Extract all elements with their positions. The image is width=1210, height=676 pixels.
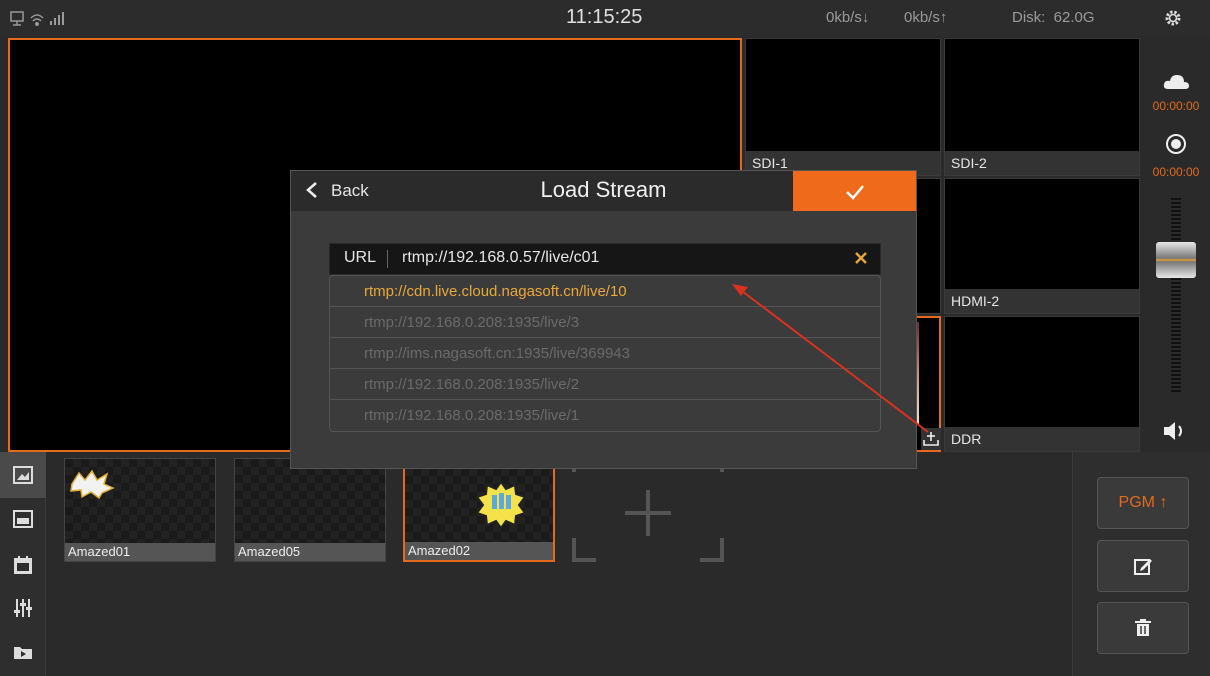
close-icon: [855, 252, 867, 264]
overlay-label: Amazed02: [405, 542, 553, 560]
history-item[interactable]: rtmp://192.168.0.208:1935/live/1: [330, 400, 880, 431]
volume-fader[interactable]: [1156, 242, 1196, 278]
dialog-header: Back Load Stream: [291, 171, 916, 211]
record-timer: 00:00:00: [1152, 165, 1200, 179]
source-tile-sdi-1[interactable]: SDI-1: [745, 38, 941, 176]
delete-button[interactable]: [1097, 602, 1189, 654]
url-label: URL: [344, 249, 377, 266]
upload-rate: 0kb/s↑: [904, 9, 948, 26]
disk-space: Disk: 62.0G: [1012, 9, 1095, 26]
wifi-icon: [30, 14, 44, 26]
source-tile-hdmi-2[interactable]: HDMI-2: [944, 178, 1140, 314]
trash-icon: [1135, 619, 1151, 636]
checkmark-icon: [845, 185, 864, 200]
clear-url-button[interactable]: [854, 247, 868, 270]
action-panel: PGM ↑: [1072, 452, 1210, 676]
source-tile-sdi-2[interactable]: SDI-2: [944, 38, 1140, 176]
load-stream-button[interactable]: [921, 428, 941, 450]
bottom-nav: [0, 452, 46, 676]
url-history-list: rtmp://cdn.live.cloud.nagasoft.cn/live/1…: [329, 275, 881, 432]
media-folder-icon[interactable]: [13, 644, 33, 660]
history-item[interactable]: rtmp://cdn.live.cloud.nagasoft.cn/live/1…: [330, 276, 880, 307]
url-separator: [387, 250, 388, 268]
cloud-stream-icon[interactable]: [1162, 72, 1190, 92]
url-bar: URL: [329, 243, 881, 275]
overlay-thumb-amazed02[interactable]: Amazed02: [403, 458, 555, 562]
source-label: SDI-2: [945, 151, 1139, 175]
overlay-label: Amazed05: [235, 543, 385, 561]
pgm-button[interactable]: PGM ↑: [1097, 477, 1189, 529]
connectivity-icons: [10, 11, 64, 26]
sticker-graphic: [475, 480, 527, 530]
speaker-icon[interactable]: [1162, 420, 1190, 442]
overlay-thumb-amazed05[interactable]: Amazed05: [234, 458, 386, 562]
sticker-graphic: [70, 469, 115, 499]
load-stream-dialog: Back Load Stream URL rtmp://cdn.live.clo…: [290, 170, 917, 469]
output-strip: 00:00:00 00:00:00: [1142, 38, 1210, 452]
load-icon: [923, 432, 939, 446]
source-label: HDMI-2: [945, 289, 1139, 313]
overlay-label: Amazed01: [65, 543, 215, 561]
status-bar: 11:15:25 0kb/s↓ 0kb/s↑ Disk: 62.0G: [0, 0, 1210, 36]
edit-icon: [1134, 559, 1152, 575]
clock: 11:15:25: [566, 6, 643, 28]
signal-icon: [50, 12, 64, 25]
source-tile-ddr[interactable]: DDR: [944, 316, 1140, 452]
confirm-button[interactable]: [793, 171, 916, 211]
back-button[interactable]: Back: [305, 179, 369, 203]
chevron-left-icon: [306, 182, 317, 198]
monitor-icon: [10, 11, 24, 26]
picture-in-picture-icon[interactable]: [13, 510, 33, 528]
stream-timer: 00:00:00: [1152, 99, 1200, 113]
overlay-icon[interactable]: [13, 466, 33, 484]
volume-meter: [1171, 198, 1181, 394]
source-label: DDR: [945, 427, 1139, 451]
timer-icon[interactable]: [13, 555, 33, 575]
add-overlay-button[interactable]: [572, 458, 724, 564]
history-item[interactable]: rtmp://ims.nagasoft.cn:1935/live/369943: [330, 338, 880, 369]
url-input[interactable]: [402, 247, 842, 269]
edit-button[interactable]: [1097, 540, 1189, 592]
audio-mixer-icon[interactable]: [13, 598, 33, 618]
settings-gear-icon[interactable]: [1164, 9, 1182, 27]
overlay-thumb-amazed01[interactable]: Amazed01: [64, 458, 216, 562]
record-icon[interactable]: [1165, 133, 1187, 155]
history-item[interactable]: rtmp://192.168.0.208:1935/live/3: [330, 307, 880, 338]
history-item[interactable]: rtmp://192.168.0.208:1935/live/2: [330, 369, 880, 400]
back-label: Back: [331, 181, 369, 200]
download-rate: 0kb/s↓: [826, 9, 870, 26]
